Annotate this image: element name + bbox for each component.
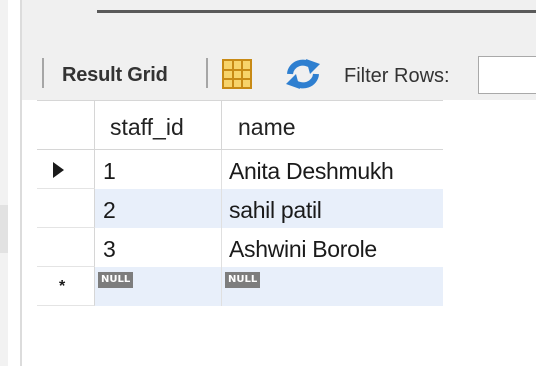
new-row-marker: * — [59, 278, 66, 295]
cell-name[interactable]: Ashwini Borole — [229, 236, 377, 263]
column-divider[interactable] — [221, 101, 222, 149]
row-selector[interactable] — [37, 150, 95, 189]
row-selector[interactable] — [37, 228, 95, 267]
left-edge-splitter[interactable] — [0, 205, 8, 253]
refresh-icon[interactable] — [284, 58, 322, 90]
filter-rows-input[interactable] — [478, 56, 536, 94]
column-header-staff-id[interactable]: staff_id — [110, 114, 184, 141]
row-selector[interactable] — [37, 189, 95, 228]
result-grid: staff_id name 1 Anita Deshmukh 2 sahil p… — [37, 100, 443, 309]
column-header-name[interactable]: name — [238, 114, 296, 141]
toolbar-separator — [206, 58, 208, 88]
filter-rows-label: Filter Rows: — [344, 65, 450, 87]
result-toolbar: Result Grid Filter Rows: — [22, 48, 536, 100]
grid-icon-line — [224, 69, 250, 71]
panel-splitter-line[interactable] — [97, 10, 536, 13]
column-divider — [221, 150, 222, 189]
cell-staff-id[interactable]: 3 — [103, 236, 116, 263]
null-badge[interactable]: NULL — [98, 272, 134, 288]
table-row[interactable]: 3 Ashwini Borole — [37, 228, 443, 267]
grid-corner-cell[interactable] — [37, 101, 95, 149]
row-selector[interactable]: * — [37, 267, 95, 306]
cell-staff-id[interactable]: 2 — [103, 197, 116, 224]
grid-view-icon[interactable] — [222, 59, 252, 89]
column-divider — [221, 228, 222, 267]
grid-icon-line — [241, 61, 243, 87]
table-row[interactable]: 2 sahil patil — [37, 189, 443, 228]
cell-staff-id[interactable]: 1 — [103, 158, 116, 185]
new-row[interactable]: * NULL NULL — [37, 267, 443, 306]
cell-name[interactable]: Anita Deshmukh — [229, 158, 394, 185]
column-divider — [221, 267, 222, 306]
query-editor-panel — [22, 0, 536, 48]
toolbar-separator — [42, 58, 44, 88]
result-grid-tab[interactable]: Result Grid — [62, 64, 168, 87]
grid-icon-line — [232, 61, 234, 87]
column-divider — [221, 189, 222, 228]
grid-header-row: staff_id name — [37, 100, 443, 150]
table-row[interactable]: 1 Anita Deshmukh — [37, 150, 443, 189]
left-edge-panel — [0, 0, 8, 366]
current-row-arrow-icon — [53, 162, 64, 178]
grid-icon-line — [224, 78, 250, 80]
null-badge[interactable]: NULL — [225, 272, 261, 288]
cell-name[interactable]: sahil patil — [229, 197, 322, 224]
